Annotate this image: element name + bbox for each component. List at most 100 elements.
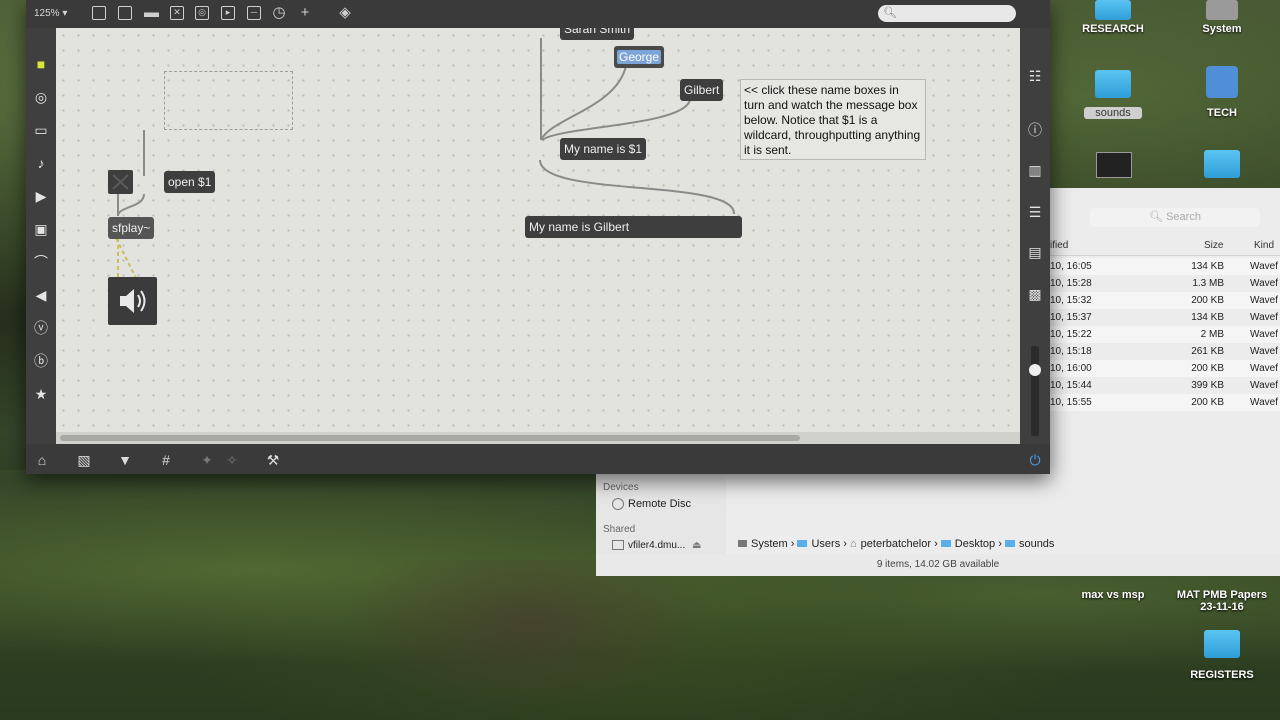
desktop-icon-research[interactable]: RESEARCH [1082,0,1144,35]
patcher-window-icon[interactable] [92,6,106,20]
align-icon[interactable]: ✦ [199,452,215,468]
folder-icon [940,540,951,547]
reference-icon[interactable]: ▤ [1027,244,1043,260]
desktop-icon-folder[interactable] [1202,150,1242,181]
desktop-icon-system[interactable]: System [1194,0,1250,35]
b-badge-icon[interactable]: ⓑ [33,353,49,369]
file-size: 261 KB [1191,346,1224,357]
file-date: 10, 15:55 [1050,397,1092,408]
patcher-canvas[interactable]: open $1 sfplay~ Sarah Smith George Gilbe… [56,28,1020,432]
finder-file-row[interactable]: 10, 16:05 134 KB Wavef [1050,258,1280,275]
finder-file-row[interactable]: 10, 15:55 200 KB Wavef [1050,394,1280,411]
dial-icon[interactable]: ◷ [272,5,286,20]
path-item-sounds[interactable]: sounds [1004,538,1054,550]
file-size: 200 KB [1191,363,1224,374]
paint-bucket-icon[interactable]: ◈ [338,5,352,20]
presentation-mode-icon[interactable]: ▧ [76,452,92,468]
star-icon[interactable]: ★ [33,386,49,402]
folder-icon [1095,70,1131,98]
grid-icon[interactable]: ☷ [1027,68,1043,84]
finder-file-row[interactable]: 10, 15:32 200 KB Wavef [1050,292,1280,309]
file-size: 200 KB [1191,397,1224,408]
path-item-home[interactable]: ⌂ peterbatchelor [850,538,931,550]
v-badge-icon[interactable]: ⓥ [33,320,49,336]
desktop-icon-label: sounds [1084,107,1142,119]
audio-output-button[interactable] [108,277,157,325]
power-icon[interactable]: ⏻ [1027,452,1043,468]
file-kind: Wavef [1250,295,1278,306]
message-output[interactable]: My name is Gilbert [525,216,742,238]
finder-file-row[interactable]: 10, 15:28 1.3 MB Wavef [1050,275,1280,292]
object-search-input[interactable]: 🔍︎ [878,5,1016,22]
scroll-thumb[interactable] [60,435,800,441]
desktop-icon-label: RESEARCH [1082,23,1144,35]
comment-bubble-icon[interactable]: ▼ [117,452,133,468]
file-size: 200 KB [1191,295,1224,306]
message-sarah-smith[interactable]: Sarah Smith [560,28,635,40]
object-sfplay[interactable]: sfplay~ [108,217,155,239]
zoom-level[interactable]: 125% ▾ [34,8,67,19]
add-object-icon[interactable]: + [298,5,312,20]
message-gilbert[interactable]: Gilbert [680,79,724,101]
finder-file-row[interactable]: 10, 16:00 200 KB Wavef [1050,360,1280,377]
circle-target-icon[interactable]: ◎ [33,89,49,105]
wrench-icon[interactable]: ⚒ [265,452,281,468]
list-icon[interactable]: ☰ [1027,204,1043,220]
finder-file-row[interactable]: 10, 15:44 399 KB Wavef [1050,377,1280,394]
finder-file-row[interactable]: 10, 15:18 261 KB Wavef [1050,343,1280,360]
path-item-desktop[interactable]: Desktop [940,538,995,550]
sidebar-item-shared-server[interactable]: vfiler4.dmu... ⏏ [612,540,701,551]
image-icon[interactable]: ▣ [33,221,49,237]
path-item-system[interactable]: System [738,538,788,550]
column-size[interactable]: Size [1204,240,1223,251]
message-george[interactable]: George [614,46,665,68]
paperclip-icon[interactable]: ⌒ [33,254,49,270]
slider-icon[interactable]: ─ [247,6,261,20]
grid-toggle-icon[interactable]: # [158,452,174,468]
column-date-modified[interactable]: ified [1050,240,1068,251]
music-note-icon[interactable]: ♪ [33,155,49,171]
column-kind[interactable]: Kind [1254,240,1274,251]
object-icon[interactable]: ◎ [195,6,209,20]
play-icon[interactable]: ▸ [221,6,235,20]
level-meter[interactable] [1031,346,1039,436]
message-my-name-is[interactable]: My name is $1 [560,138,647,160]
path-item-users[interactable]: Users [797,538,840,550]
desktop-icon-mat-pmb-papers[interactable]: MAT PMB Papers 23-11-16 [1172,589,1272,613]
finder-column-header: ified Size Kind [1050,238,1280,256]
presentation-icon[interactable] [118,6,132,20]
media-icon[interactable]: ▶ [33,188,49,204]
horizontal-scrollbar[interactable] [56,432,1020,444]
left-sidebar: ■ ◎ ▭ ♪ ▶ ▣ ⌒ ◀ ⓥ ⓑ ★ [26,28,56,444]
comment-icon[interactable]: ▬ [144,5,159,20]
finder-file-row[interactable]: 10, 15:37 134 KB Wavef [1050,309,1280,326]
desktop-icon-sounds[interactable]: sounds [1084,70,1142,119]
finder-file-row[interactable]: 10, 15:22 2 MB Wavef [1050,326,1280,343]
file-date: 10, 15:37 [1050,312,1092,323]
file-kind: Wavef [1250,380,1278,391]
speaker-icon [120,289,146,313]
desktop-background-path [330,560,730,720]
info-icon[interactable]: ⓘ [1027,122,1043,138]
desktop-icon-max-vs-msp[interactable]: max vs msp [1076,589,1150,601]
meter-knob[interactable] [1029,364,1041,376]
finder-search-input[interactable]: 🔍︎ Search [1090,208,1260,227]
plug-icon[interactable]: ◀ [33,287,49,303]
snap-icon[interactable]: ✧ [224,452,240,468]
empty-object-box[interactable] [164,71,293,130]
right-sidebar: ☷ ⓘ ▥ ☰ ▤ ▩ [1020,28,1050,444]
desktop-icon-keyboard-app[interactable] [1094,152,1134,181]
file-date: 10, 15:28 [1050,278,1092,289]
desktop-icon-registers[interactable]: REGISTERS [1184,630,1260,681]
camera-icon[interactable]: ▩ [1027,286,1043,302]
close-box-icon[interactable]: ✕ [170,6,184,20]
eject-icon[interactable]: ⏏ [692,540,701,551]
desktop-icon-tech[interactable]: TECH [1194,66,1250,119]
sidebar-item-remote-disc[interactable]: Remote Disc [612,498,691,511]
lock-icon[interactable]: ⌂ [34,452,50,468]
panel-icon[interactable]: ▭ [33,122,49,138]
cube-icon[interactable]: ■ [33,56,49,72]
toggle-button[interactable] [108,170,133,194]
message-open[interactable]: open $1 [164,171,216,193]
book-icon[interactable]: ▥ [1027,162,1043,178]
